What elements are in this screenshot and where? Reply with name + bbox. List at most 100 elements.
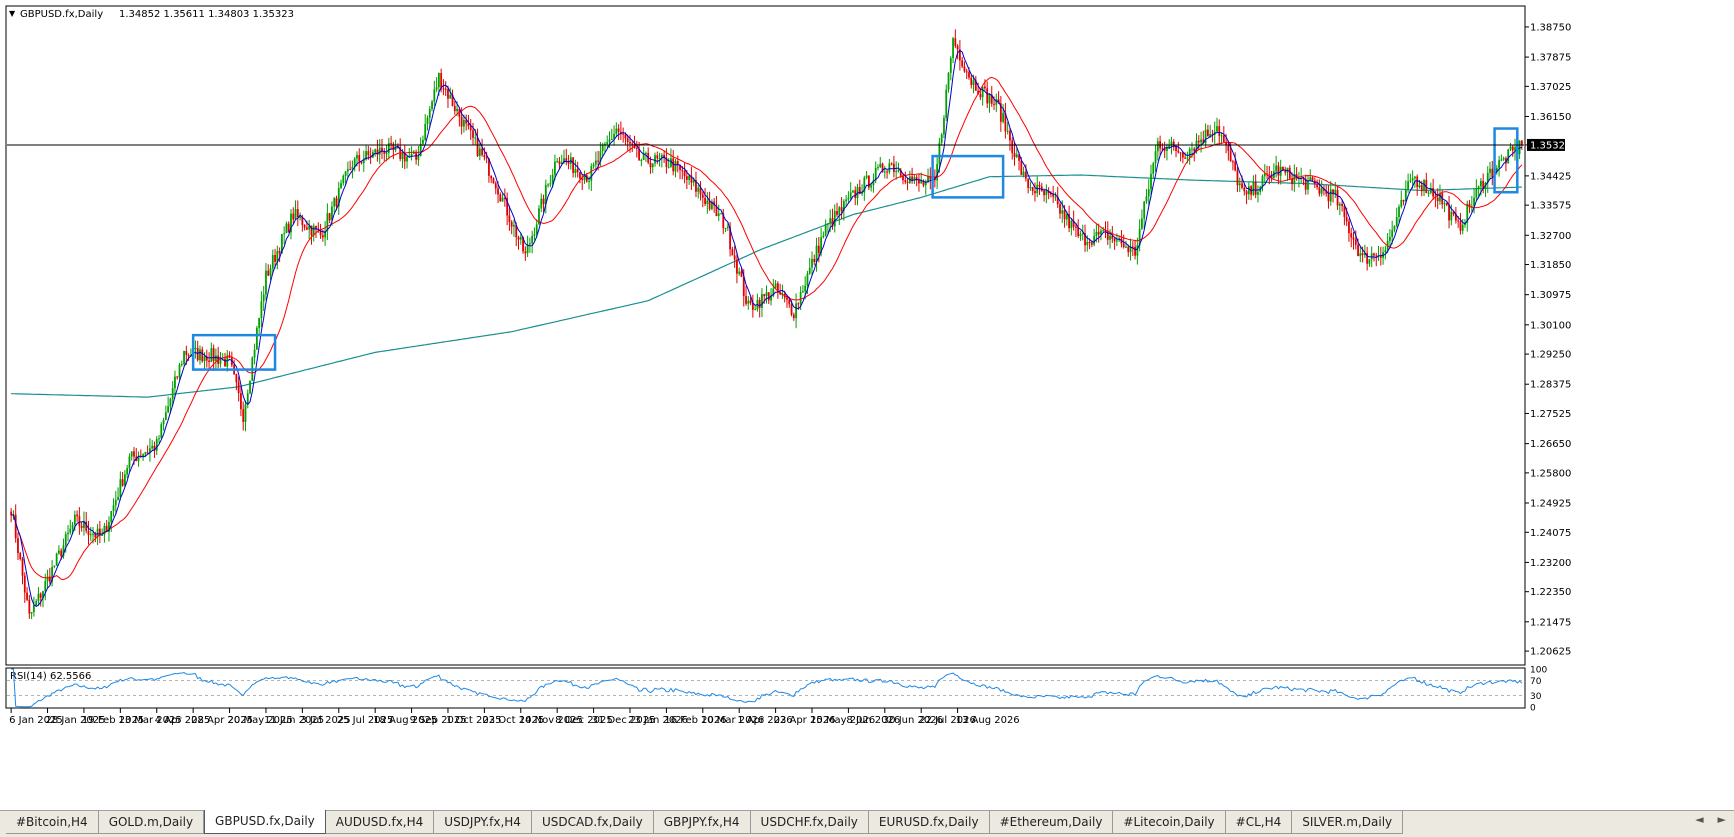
candle-body [838, 207, 841, 215]
candle-body [845, 199, 848, 202]
candle-body [490, 175, 493, 179]
candle-body [44, 581, 47, 592]
candle-body [1393, 225, 1396, 231]
tab-gold-m-daily[interactable]: GOLD.m,Daily [98, 811, 205, 834]
candle-body [1002, 112, 1005, 122]
symbol-label: GBPUSD.fx,Daily [20, 9, 103, 20]
candle-body [1034, 191, 1036, 194]
candle-body [947, 72, 950, 90]
candle-body [1329, 189, 1332, 202]
tab-gbpjpy-fx-h4[interactable]: GBPJPY.fx,H4 [653, 811, 751, 834]
tab-usdcad-fx-daily[interactable]: USDCAD.fx,Daily [531, 811, 654, 834]
candle-body [71, 524, 74, 529]
tab-cl-h4[interactable]: #CL,H4 [1225, 811, 1293, 834]
candle-body [795, 303, 797, 319]
candle-body [1065, 214, 1068, 220]
price-tick-label: 1.35323 [1530, 140, 1571, 151]
tab-eurusd-fx-daily[interactable]: EURUSD.fx,Daily [868, 811, 990, 834]
time-axis[interactable]: 6 Jan 202528 Jan 202519 Feb 202513 Mar 2… [9, 708, 1020, 726]
tab-audusd-fx-h4[interactable]: AUDUSD.fx,H4 [325, 811, 435, 834]
candle-body [790, 304, 793, 315]
candle-body [55, 553, 58, 566]
candle-body [114, 499, 117, 506]
candle-body [321, 235, 324, 238]
candle-body [1370, 253, 1373, 260]
candle-body [265, 270, 267, 295]
candle-body [1448, 205, 1450, 221]
candle-body [258, 318, 261, 328]
candle-body [640, 159, 643, 161]
candle-body [579, 172, 581, 179]
candle-body [476, 137, 479, 156]
candle-body [117, 496, 119, 500]
candle-body [1359, 253, 1362, 257]
tab-ethereum-daily[interactable]: #Ethereum,Daily [989, 811, 1114, 834]
candle-body [203, 356, 206, 362]
candle-body [608, 139, 611, 143]
candle-body [968, 72, 970, 78]
candle-body [1220, 135, 1223, 137]
candle-body [1311, 177, 1314, 181]
candle-body [836, 211, 838, 215]
candle-body [765, 292, 768, 297]
candle-body [144, 452, 147, 455]
candle-body [1418, 185, 1421, 188]
candle-body [1459, 221, 1462, 231]
candle-body [171, 388, 174, 399]
candle-body [1420, 185, 1423, 191]
candle-body [1427, 192, 1430, 194]
candle-body [469, 126, 472, 131]
candle-body [162, 419, 165, 425]
candle-body [499, 194, 502, 202]
candle-body [215, 355, 217, 362]
candle-body [346, 169, 349, 172]
price-tick-label: 1.38750 [1530, 22, 1571, 33]
candle-body [433, 89, 436, 102]
candle-body [422, 139, 424, 144]
candle-body [1134, 246, 1136, 256]
candle-body [767, 292, 770, 301]
candle-body [333, 198, 336, 207]
candle-body [1268, 174, 1271, 176]
chart-header: ▼ GBPUSD.fx,Daily 1.34852 1.35611 1.3480… [9, 9, 294, 20]
chart-area[interactable]: 1.38750 1.37875 1.37025 1.36150 1.35323 1.344… [0, 0, 1734, 810]
candle-body [792, 314, 795, 319]
candle-body [199, 349, 201, 361]
price-axis[interactable]: 1.38750 1.37875 1.37025 1.36150 1.35323 1.344… [1525, 22, 1571, 658]
candle-body [799, 292, 802, 304]
rsi-axis: 10070 30 0 [1530, 666, 1547, 714]
price-tick-label: 1.29250 [1530, 350, 1571, 361]
tab-litecoin-daily[interactable]: #Litecoin,Daily [1113, 811, 1226, 834]
candle-body [406, 156, 408, 162]
candle-body [1013, 152, 1016, 158]
candle-body [185, 351, 188, 355]
tab-gbpusd-fx-daily[interactable]: GBPUSD.fx,Daily [204, 810, 326, 834]
tab-silver-m-daily[interactable]: SILVER.m,Daily [1292, 811, 1404, 834]
candle-body [624, 134, 627, 139]
candle-body [1102, 230, 1105, 232]
tab-usdjpy-fx-h4[interactable]: USDJPY.fx,H4 [434, 811, 532, 834]
tab-bitcoin-h4[interactable]: #Bitcoin,H4 [6, 811, 99, 834]
tab-usdchf-fx-daily[interactable]: USDCHF.fx,Daily [750, 811, 869, 834]
candle-body [1341, 203, 1344, 207]
candle-body [278, 250, 281, 254]
candle-body [390, 143, 392, 145]
candle-body [1520, 140, 1523, 145]
candle-body [1086, 242, 1089, 246]
candle-body [965, 71, 968, 73]
candle-body [540, 198, 543, 209]
candle-body [26, 592, 28, 600]
candle-body [1109, 235, 1111, 240]
candle-body [556, 161, 559, 163]
arrow-left-icon[interactable]: ◄ [1695, 813, 1703, 826]
candle-body [271, 254, 274, 269]
candle-body [993, 103, 995, 105]
candle-body [1031, 187, 1034, 192]
triangle-down-icon[interactable]: ▼ [9, 9, 16, 18]
candle-body [1373, 253, 1375, 256]
candle-body [130, 451, 133, 457]
candle-body [69, 528, 72, 533]
candle-body [1122, 243, 1125, 248]
candle-body [1022, 171, 1025, 175]
arrow-right-icon[interactable]: ► [1718, 813, 1726, 826]
